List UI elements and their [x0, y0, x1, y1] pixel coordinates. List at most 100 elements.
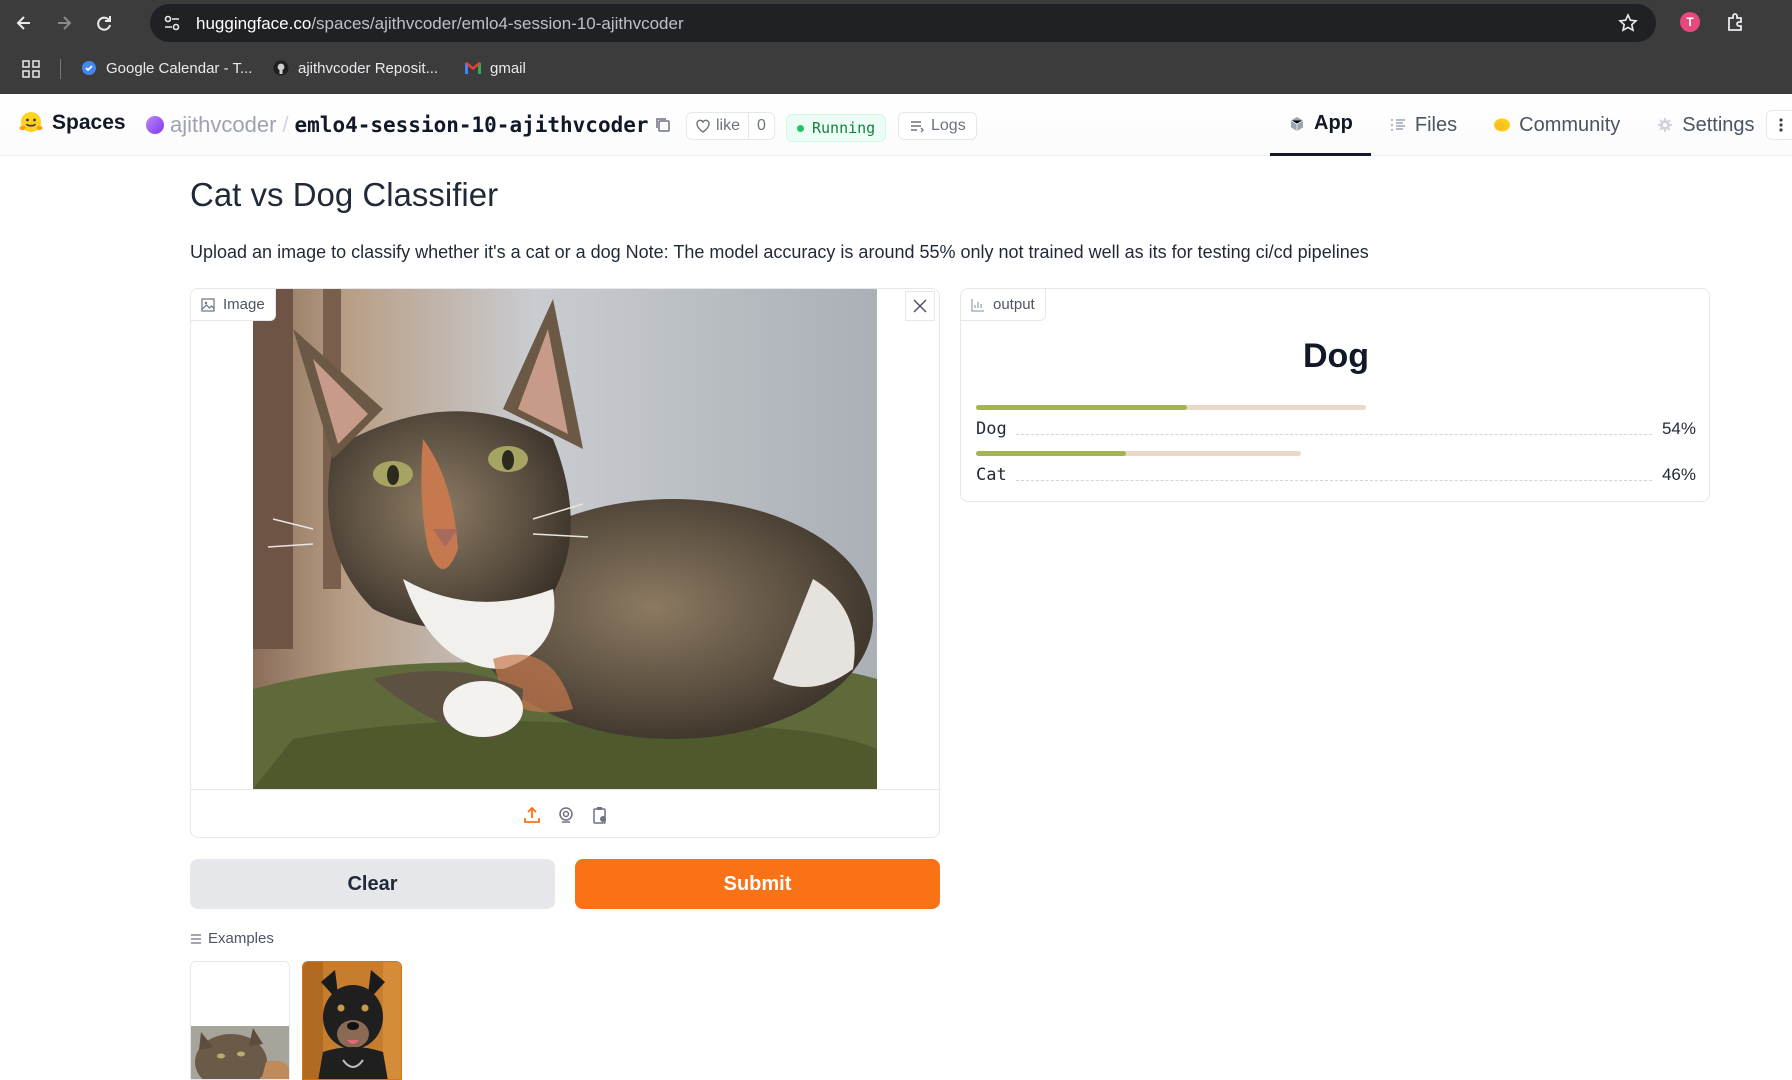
logs-label: Logs: [931, 117, 966, 134]
bookmark-label: Google Calendar - T...: [106, 59, 253, 77]
tab-app[interactable]: App: [1270, 94, 1371, 156]
clear-button[interactable]: Clear: [190, 859, 555, 909]
tab-label: Community: [1519, 113, 1621, 136]
confidence-row[interactable]: Dog 54%: [976, 405, 1696, 445]
status-badge: Running: [786, 114, 887, 142]
more-options-button[interactable]: [1766, 110, 1792, 140]
leader-dots: [1016, 480, 1652, 481]
uploaded-cat-image: [253, 289, 877, 789]
status-text: Running: [812, 119, 876, 137]
app-title: Cat vs Dog Classifier: [190, 176, 499, 213]
forward-arrow-icon: [58, 16, 72, 30]
bookmark-github[interactable]: ajithvcoder Reposit...: [272, 56, 438, 80]
example-dog-thumbnail[interactable]: [302, 961, 402, 1080]
cube-icon: [1288, 115, 1306, 133]
apps-grid-icon[interactable]: [22, 60, 40, 78]
clipboard-icon[interactable]: [589, 804, 611, 826]
leader-dots: [1016, 434, 1652, 435]
logs-icon: [911, 121, 924, 133]
list-icon: [191, 933, 201, 944]
tab-label: Files: [1414, 113, 1458, 136]
extensions-icon[interactable]: [1724, 10, 1748, 34]
examples-header: Examples: [190, 930, 274, 947]
example-dog-image: [303, 962, 401, 1079]
examples-label: Examples: [208, 930, 274, 947]
image-source-toolbar: [191, 789, 939, 837]
bookmarks-bar: Google Calendar - T... ajithvcoder Repos…: [0, 52, 1792, 84]
more-vertical-icon: [1779, 118, 1783, 132]
like-count[interactable]: 0: [749, 117, 774, 135]
output-label-text: output: [993, 296, 1035, 313]
space-breadcrumb: ajithvcoder / emlo4-session-10-ajithvcod…: [146, 112, 649, 138]
like-label: like: [716, 117, 741, 134]
confidence-value: 46%: [1661, 465, 1696, 484]
tab-label: App: [1314, 112, 1353, 134]
hugging-face-logo-icon: [19, 112, 43, 132]
github-icon: [272, 59, 290, 77]
tab-label: Settings: [1682, 113, 1755, 136]
space-tabs: App Files Community Settings: [1270, 94, 1773, 156]
tab-settings[interactable]: Settings: [1638, 94, 1772, 156]
community-icon: [1493, 116, 1511, 134]
profile-avatar[interactable]: T: [1680, 12, 1700, 32]
image-input-label: Image: [191, 289, 276, 321]
forward-button[interactable]: [46, 8, 82, 38]
space-name-link[interactable]: emlo4-session-10-ajithvcoder: [295, 113, 649, 137]
confidence-bar: [976, 405, 1366, 410]
example-cat-image: [191, 962, 289, 1079]
upload-icon[interactable]: [521, 804, 543, 826]
owner-avatar[interactable]: [146, 116, 164, 134]
example-cat-thumbnail[interactable]: [190, 961, 290, 1080]
reload-button[interactable]: [86, 8, 122, 38]
back-arrow-icon: [16, 16, 30, 30]
reload-icon: [97, 16, 111, 31]
url-host: huggingface.co: [196, 14, 312, 33]
tab-files[interactable]: Files: [1371, 94, 1475, 156]
submit-button[interactable]: Submit: [575, 859, 940, 909]
bookmark-label: ajithvcoder Reposit...: [298, 59, 439, 77]
back-button[interactable]: [6, 8, 42, 38]
image-icon: [201, 297, 215, 312]
bookmarks-divider: [60, 59, 61, 79]
confidence-value: 54%: [1661, 419, 1696, 438]
confidence-row[interactable]: Cat 46%: [976, 451, 1696, 491]
confidence-class-label: Cat: [976, 465, 1013, 485]
gear-icon: [1656, 116, 1674, 134]
webcam-icon[interactable]: [555, 804, 577, 826]
bookmark-star-icon[interactable]: [1618, 13, 1638, 33]
url-path: /spaces/ajithvcoder/emlo4-session-10-aji…: [311, 14, 684, 33]
path-separator: /: [282, 112, 289, 137]
gmail-icon: [464, 59, 482, 77]
browser-chrome: huggingface.co/spaces/ajithvcoder/emlo4-…: [0, 0, 1792, 94]
heart-icon: [696, 119, 710, 133]
close-icon: [913, 299, 927, 313]
bookmark-label: gmail: [490, 59, 526, 77]
label-chart-icon: [971, 298, 984, 312]
site-settings-icon[interactable]: [162, 13, 182, 33]
confidence-bar-fill: [976, 451, 1126, 456]
confidence-class-label: Dog: [976, 419, 1013, 439]
logs-button[interactable]: Logs: [898, 112, 977, 140]
copy-icon[interactable]: [654, 116, 672, 134]
output-label: output: [961, 289, 1046, 321]
status-dot-icon: [797, 124, 804, 132]
address-bar[interactable]: huggingface.co/spaces/ajithvcoder/emlo4-…: [150, 4, 1656, 42]
spaces-brand: Spaces: [52, 111, 126, 134]
output-panel: output Dog Dog 54% Cat 46%: [960, 288, 1710, 502]
tab-community[interactable]: Community: [1475, 94, 1638, 156]
clear-image-button[interactable]: [905, 291, 935, 321]
owner-link[interactable]: ajithvcoder: [170, 112, 276, 138]
bookmark-google-calendar[interactable]: Google Calendar - T...: [80, 56, 252, 80]
like-button[interactable]: like 0: [686, 112, 775, 140]
image-input-panel[interactable]: Image: [190, 288, 940, 838]
spaces-home-link[interactable]: Spaces: [18, 110, 126, 136]
app-description: Upload an image to classify whether it's…: [190, 242, 1369, 262]
confidence-bar: [976, 451, 1301, 456]
files-icon: [1389, 116, 1407, 134]
bookmark-gmail[interactable]: gmail: [464, 56, 526, 80]
like-toggle[interactable]: like: [687, 113, 750, 139]
predicted-label: Dog: [1302, 337, 1370, 375]
space-header: Spaces ajithvcoder / emlo4-session-10-aj…: [0, 94, 1792, 156]
google-calendar-icon: [80, 59, 98, 77]
image-label-text: Image: [223, 296, 265, 313]
